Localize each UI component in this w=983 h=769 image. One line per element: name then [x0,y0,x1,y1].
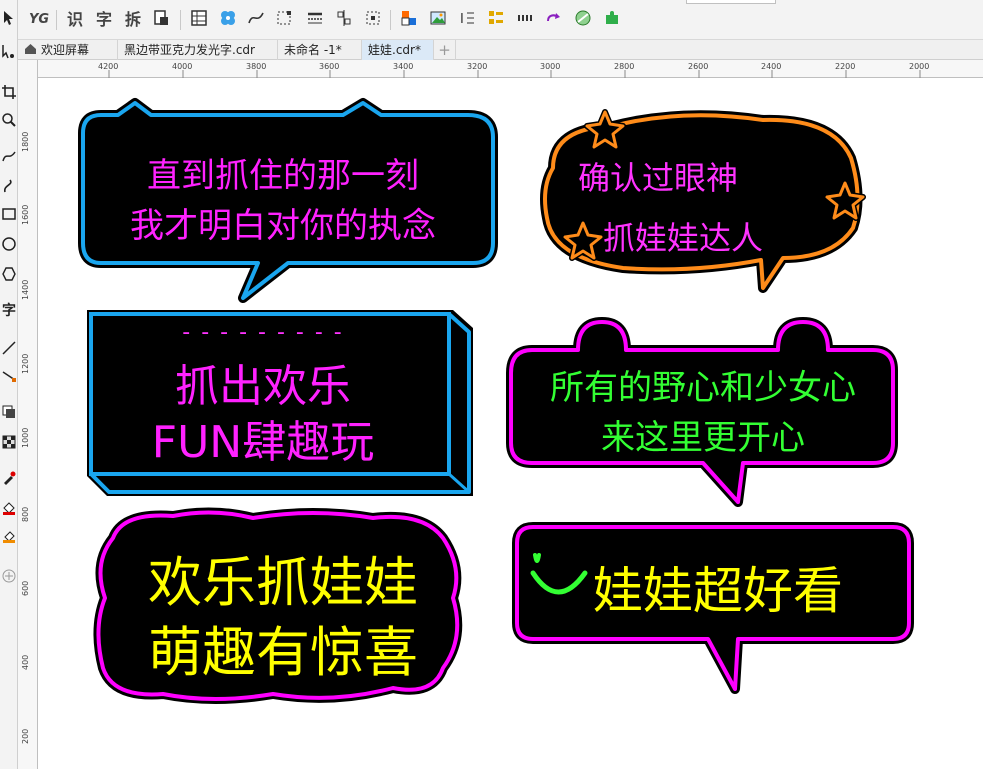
tab-document-black-edge[interactable]: 黑边带亚克力发光字.cdr [118,40,278,60]
puzzle-icon[interactable] [601,9,623,31]
ruler-label: 2000 [909,62,930,71]
ruler-label: 3400 [393,62,414,71]
polygon-tool-icon[interactable] [0,262,18,286]
table-icon[interactable] [188,9,210,31]
eyedropper-tool-icon[interactable] [0,466,18,490]
sticker-magenta-speech-bubble[interactable]: 娃娃超好看 [512,522,914,694]
tool-panel: 字 [0,0,18,769]
ruler-label: 1000 [21,427,30,448]
svg-text:I: I [460,12,464,27]
ruler-label: 1200 [21,353,30,374]
smart-fill-icon[interactable] [0,524,18,548]
crop-tool-icon[interactable] [0,80,18,104]
main-toolbar: YG 识 字 拆 I [0,0,983,40]
artistic-media-icon[interactable] [0,174,18,198]
ruler-label: 3800 [246,62,267,71]
ruler-label: 2600 [688,62,709,71]
zoom-tool-icon[interactable] [0,108,18,132]
ruler-label: 3200 [467,62,488,71]
text-tool-icon[interactable]: 字 [0,298,18,322]
sticker-text-line: 欢乐抓娃娃 [148,551,418,614]
sticker-text-line: 抓出欢乐 [175,361,351,412]
home-icon [24,41,37,61]
star-icon [584,109,626,150]
image-icon[interactable] [427,9,449,31]
toolbar-separator [180,10,181,30]
pick-tool-icon[interactable] [0,6,18,30]
sticker-text-line: 确认过眼神 [578,159,739,197]
horizontal-ruler[interactable]: 4200 4000 3800 3600 3400 3200 3000 2800 … [38,60,983,78]
tab-label: 欢迎屏幕 [41,43,90,57]
ellipse-tool-icon[interactable] [0,232,18,256]
sticker-cyan-box[interactable]: - - - - - - - - - 抓出欢乐 FUN肆趣玩 [83,308,478,498]
rectangle-tool-icon[interactable] [0,202,18,226]
ruler-label: 4200 [98,62,119,71]
text-button[interactable]: 字 [93,9,115,31]
freehand-tool-icon[interactable] [0,144,18,168]
redo-arrow-icon[interactable] [543,9,565,31]
sticker-cyan-speech-bubble[interactable]: 直到抓住的那一刻 我才明白对你的执念 [78,98,498,303]
ruler-label: 1600 [21,204,30,225]
tab-label: 未命名 -1* [284,43,342,57]
sticker-text-line: FUN肆趣玩 [151,417,375,468]
pattern-icon[interactable] [217,9,239,31]
color-palette-icon[interactable] [398,9,420,31]
sticker-magenta-bubble[interactable]: 所有的野心和少女心 来这里更开心 [506,317,898,508]
vertical-ruler[interactable]: 1800 1600 1400 1200 1000 800 600 400 200 [18,60,38,769]
dotted-corner-icon[interactable] [273,9,295,31]
ruler-label: 400 [21,654,30,670]
sticker-text-line: 直到抓住的那一刻 [147,156,419,196]
ruler-label: 2800 [614,62,635,71]
dimension-tool-icon[interactable] [0,336,18,360]
toolbar-separator [56,10,57,30]
recognize-text-button[interactable]: 识 [64,9,86,31]
grid-list-icon[interactable] [485,9,507,31]
drop-shadow-tool-icon[interactable] [0,400,18,424]
dots-grid-icon[interactable] [514,9,536,31]
align-icon[interactable] [333,9,355,31]
sticker-text-line: 来这里更开心 [601,418,805,458]
line-weight-icon[interactable] [304,9,326,31]
sticker-text-line: 萌趣有惊喜 [148,621,418,684]
toolbar-separator [390,10,391,30]
ruler-label: 3000 [540,62,561,71]
ruler-label: 2200 [835,62,856,71]
curve-tool-icon[interactable] [245,9,267,31]
tab-label: 娃娃.cdr* [368,43,421,57]
ruler-label: 3600 [319,62,340,71]
globe-icon[interactable] [572,9,594,31]
drawing-canvas[interactable]: 直到抓住的那一刻 我才明白对你的执念 确认过眼神 抓娃娃达人 - - - - -… [38,78,983,769]
sticker-orange-cloud[interactable]: 确认过眼神 抓娃娃达人 [533,108,873,303]
text-columns-icon[interactable]: I [456,9,478,31]
fill-tool-icon[interactable] [0,496,18,520]
sticker-text-line: 抓娃娃达人 [603,219,764,257]
split-button[interactable]: 拆 [122,9,144,31]
document-tabs: 欢迎屏幕 黑边带亚克力发光字.cdr 未命名 -1* 娃娃.cdr* + [18,40,983,60]
zoom-input[interactable] [686,0,776,4]
decorative-dashes: - - - - - - - - - [182,320,344,345]
select-bounds-icon[interactable] [362,9,384,31]
ruler-label: 200 [21,728,30,744]
tab-wawa[interactable]: 娃娃.cdr* [362,40,434,60]
sticker-magenta-cloud[interactable]: 欢乐抓娃娃 萌趣有惊喜 [93,507,473,706]
yg-plugin-button[interactable]: YG [28,9,50,31]
connector-tool-icon[interactable] [0,364,18,388]
page-icon[interactable] [150,9,172,31]
add-tool-icon[interactable] [0,564,18,588]
tab-label: 黑边带亚克力发光字.cdr [124,43,255,57]
sticker-text-line: 娃娃超好看 [593,562,843,620]
tab-welcome[interactable]: 欢迎屏幕 [18,40,118,60]
tab-untitled[interactable]: 未命名 -1* [278,40,362,60]
ruler-label: 1400 [21,279,30,300]
new-tab-button[interactable]: + [434,40,456,60]
ruler-label: 1800 [21,131,30,152]
sticker-text-line: 所有的野心和少女心 [550,368,856,408]
ruler-label: 800 [21,506,30,522]
transparency-tool-icon[interactable] [0,430,18,454]
ruler-label: 600 [21,580,30,596]
ruler-label: 4000 [172,62,193,71]
sticker-text-line: 我才明白对你的执念 [130,206,436,246]
ruler-label: 2400 [761,62,782,71]
shape-tool-icon[interactable] [0,40,18,64]
